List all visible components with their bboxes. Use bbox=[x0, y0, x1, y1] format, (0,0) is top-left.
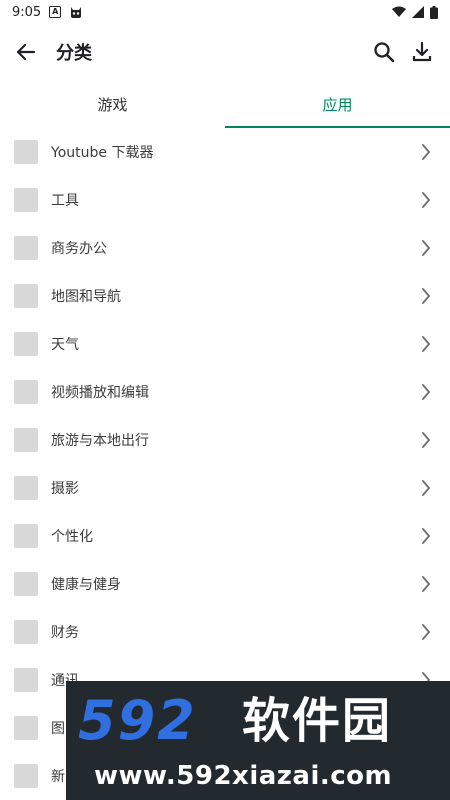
watermark-logo-text: 软件园 bbox=[242, 693, 393, 749]
category-row[interactable]: 工具 bbox=[0, 176, 450, 224]
category-thumbnail bbox=[14, 716, 38, 740]
category-label: 旅游与本地出行 bbox=[51, 433, 149, 449]
category-row[interactable]: 天气 bbox=[0, 320, 450, 368]
category-thumbnail bbox=[14, 140, 38, 164]
battery-icon bbox=[430, 5, 438, 19]
notification-a-icon: A bbox=[49, 6, 62, 18]
search-icon bbox=[374, 42, 395, 63]
category-label: 个性化 bbox=[51, 529, 93, 545]
category-row[interactable]: 地图和导航 bbox=[0, 272, 450, 320]
category-thumbnail bbox=[14, 764, 38, 788]
robot-face-icon bbox=[71, 6, 82, 18]
arrow-left-icon bbox=[16, 43, 36, 61]
app-bar: 分类 bbox=[0, 24, 450, 80]
search-button[interactable] bbox=[368, 36, 400, 68]
chevron-right-icon bbox=[418, 288, 434, 304]
category-label: Youtube 下载器 bbox=[51, 145, 154, 161]
watermark-url: www.592xiazai.com bbox=[94, 761, 393, 791]
chevron-right-icon bbox=[418, 192, 434, 208]
category-row[interactable]: 摄影 bbox=[0, 464, 450, 512]
category-thumbnail bbox=[14, 332, 38, 356]
chevron-right-icon bbox=[418, 432, 434, 448]
chevron-right-icon bbox=[418, 384, 434, 400]
download-button[interactable] bbox=[406, 36, 438, 68]
category-thumbnail bbox=[14, 476, 38, 500]
download-icon bbox=[412, 41, 432, 62]
category-row[interactable]: 健康与健身 bbox=[0, 560, 450, 608]
category-row[interactable]: 视频播放和编辑 bbox=[0, 368, 450, 416]
category-thumbnail bbox=[14, 284, 38, 308]
chevron-right-icon bbox=[418, 528, 434, 544]
category-thumbnail bbox=[14, 524, 38, 548]
category-thumbnail bbox=[14, 572, 38, 596]
page-title: 分类 bbox=[56, 43, 92, 64]
category-label: 地图和导航 bbox=[51, 289, 121, 305]
category-label: 财务 bbox=[51, 625, 79, 641]
category-label: 天气 bbox=[51, 337, 79, 353]
back-button[interactable] bbox=[12, 38, 40, 66]
chevron-right-icon bbox=[418, 480, 434, 496]
category-row[interactable]: 财务 bbox=[0, 608, 450, 656]
category-label: 工具 bbox=[51, 193, 79, 209]
status-time: 9:05 bbox=[12, 4, 42, 20]
signal-icon bbox=[412, 6, 424, 18]
category-thumbnail bbox=[14, 380, 38, 404]
chevron-right-icon bbox=[418, 576, 434, 592]
category-label: 健康与健身 bbox=[51, 577, 121, 593]
category-thumbnail bbox=[14, 428, 38, 452]
screen: 9:05 A 分类 游戏 应用 Youtube 下载器 工具 商务办公 地图和导… bbox=[0, 0, 450, 800]
category-thumbnail bbox=[14, 236, 38, 260]
status-left: 9:05 A bbox=[12, 5, 83, 20]
tab-games[interactable]: 游戏 bbox=[0, 80, 225, 128]
chevron-right-icon bbox=[418, 240, 434, 256]
category-row[interactable]: 旅游与本地出行 bbox=[0, 416, 450, 464]
chevron-right-icon bbox=[418, 144, 434, 160]
status-right bbox=[392, 5, 438, 19]
tab-apps[interactable]: 应用 bbox=[225, 80, 450, 128]
status-bar: 9:05 A bbox=[0, 0, 450, 24]
category-thumbnail bbox=[14, 188, 38, 212]
chevron-right-icon bbox=[418, 336, 434, 352]
category-row[interactable]: 商务办公 bbox=[0, 224, 450, 272]
category-thumbnail bbox=[14, 620, 38, 644]
tab-bar: 游戏 应用 bbox=[0, 80, 450, 128]
chevron-right-icon bbox=[418, 624, 434, 640]
category-row[interactable]: Youtube 下载器 bbox=[0, 128, 450, 176]
category-thumbnail bbox=[14, 668, 38, 692]
watermark-logo-number: 592 bbox=[78, 689, 197, 752]
watermark-banner: 592 软件园 www.592xiazai.com bbox=[66, 681, 450, 800]
wifi-icon bbox=[392, 6, 406, 17]
category-label: 商务办公 bbox=[51, 241, 107, 257]
category-label: 摄影 bbox=[51, 481, 79, 497]
category-label: 视频播放和编辑 bbox=[51, 385, 149, 401]
category-row[interactable]: 个性化 bbox=[0, 512, 450, 560]
